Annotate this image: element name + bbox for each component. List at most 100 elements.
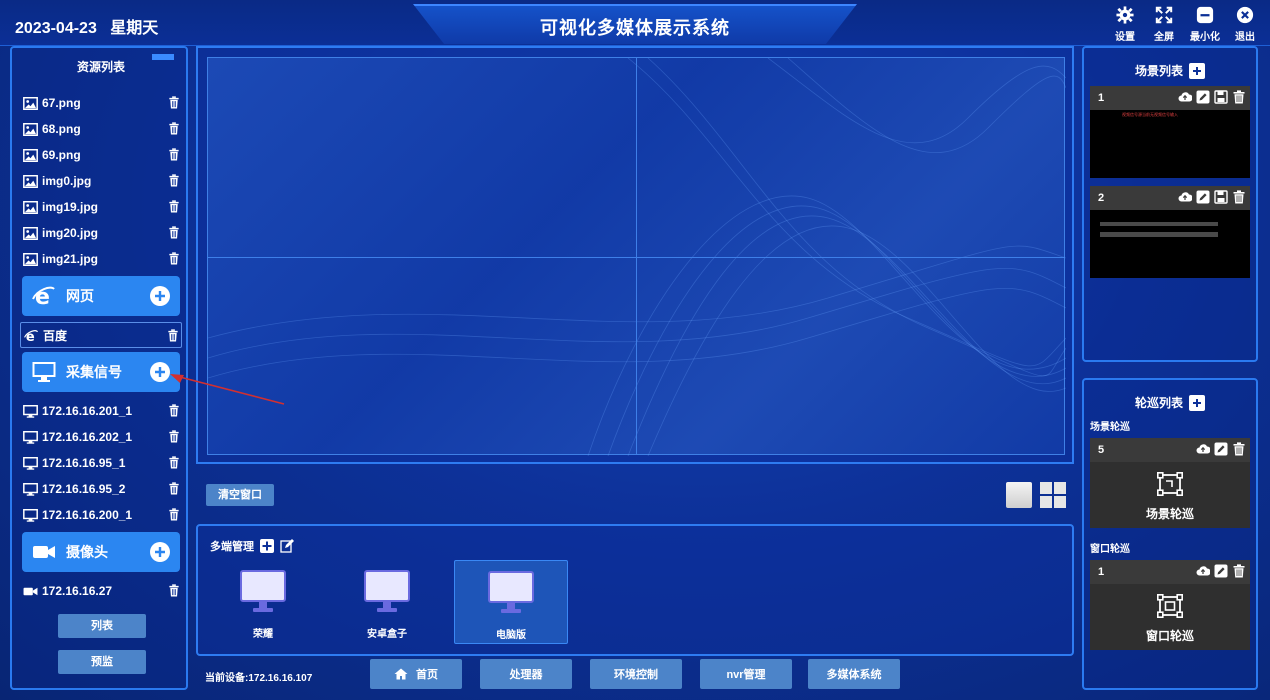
nav-multimedia-button[interactable]: 多媒体系统 bbox=[808, 659, 900, 689]
nav-home-label: 首页 bbox=[416, 669, 438, 681]
scene-card[interactable]: 1 视频信号源当前无视频信号输入 bbox=[1090, 86, 1250, 178]
list-item[interactable]: 67.png bbox=[20, 90, 182, 116]
nav-processor-button[interactable]: 处理器 bbox=[480, 659, 572, 689]
trash-icon[interactable] bbox=[167, 329, 179, 343]
list-item[interactable]: 172.16.16.27 bbox=[20, 578, 182, 604]
cloud-upload-icon[interactable] bbox=[1178, 90, 1192, 104]
terminal-label: 安卓盒子 bbox=[367, 629, 407, 640]
monitor-icon bbox=[22, 456, 38, 470]
trash-icon[interactable] bbox=[168, 174, 180, 188]
add-tour-button[interactable] bbox=[1189, 394, 1205, 411]
settings-label: 设置 bbox=[1115, 32, 1135, 43]
signal-name: 172.16.16.202_1 bbox=[42, 430, 133, 444]
terminal-honor[interactable]: 荣耀 bbox=[206, 560, 320, 644]
list-item[interactable]: 172.16.16.95_2 bbox=[20, 476, 182, 502]
edit-icon[interactable] bbox=[1196, 190, 1210, 204]
trash-icon[interactable] bbox=[168, 430, 180, 444]
add-capture-button[interactable] bbox=[150, 362, 170, 382]
trash-icon[interactable] bbox=[168, 482, 180, 496]
quad-layout-button[interactable] bbox=[1040, 482, 1066, 508]
fullscreen-icon bbox=[1146, 6, 1182, 28]
add-web-button[interactable] bbox=[150, 286, 170, 306]
list-item[interactable]: 172.16.16.200_1 bbox=[20, 502, 182, 528]
trash-icon[interactable] bbox=[1232, 90, 1246, 104]
trash-icon[interactable] bbox=[168, 252, 180, 266]
trash-icon[interactable] bbox=[168, 508, 180, 522]
add-terminal-button[interactable] bbox=[260, 539, 274, 553]
list-item[interactable]: 172.16.16.201_1 bbox=[20, 398, 182, 424]
scene-preview-text: 视频信号源当前无视频信号输入 bbox=[1122, 112, 1178, 117]
trash-icon[interactable] bbox=[168, 148, 180, 162]
terminal-label: 荣耀 bbox=[253, 629, 273, 640]
camera-category-button[interactable]: 摄像头 bbox=[22, 532, 180, 572]
list-item[interactable]: img20.jpg bbox=[20, 220, 182, 246]
save-icon[interactable] bbox=[1214, 90, 1228, 104]
settings-button[interactable]: 设置 bbox=[1107, 6, 1143, 43]
date-text: 2023-04-23 bbox=[15, 20, 97, 37]
preview-bar bbox=[1100, 232, 1218, 237]
edit-icon[interactable] bbox=[1214, 442, 1228, 456]
resource-list[interactable]: 67.png 68.png 69.png img0.jpg img19.jpg … bbox=[20, 80, 182, 646]
tour-card-header: 1 bbox=[1090, 560, 1250, 584]
top-bar: 2023-04-23 星期天 可视化多媒体展示系统 设置 全屏 最小化 退出 bbox=[0, 0, 1270, 46]
nav-nvr-button[interactable]: nvr管理 bbox=[700, 659, 792, 689]
edit-icon[interactable] bbox=[1214, 564, 1228, 578]
image-icon bbox=[22, 122, 38, 136]
scene-tour-section-label: 场景轮巡 bbox=[1090, 422, 1130, 433]
file-name: img19.jpg bbox=[42, 200, 99, 214]
terminal-pc[interactable]: 电脑版 bbox=[454, 560, 568, 644]
trash-icon[interactable] bbox=[1232, 564, 1246, 578]
capture-category-button[interactable]: 采集信号 bbox=[22, 352, 180, 392]
add-scene-button[interactable] bbox=[1189, 62, 1205, 79]
trash-icon[interactable] bbox=[1232, 442, 1246, 456]
video-camera-icon bbox=[22, 584, 38, 598]
trash-icon[interactable] bbox=[168, 96, 180, 110]
multi-terminal-header: 多端管理 bbox=[210, 538, 294, 554]
list-item[interactable]: img0.jpg bbox=[20, 168, 182, 194]
list-item[interactable]: 69.png bbox=[20, 142, 182, 168]
trash-icon[interactable] bbox=[168, 456, 180, 470]
list-item[interactable]: 172.16.16.95_1 bbox=[20, 450, 182, 476]
nav-home-button[interactable]: 首页 bbox=[370, 659, 462, 689]
scene-panel-header: 场景列表 bbox=[1084, 62, 1256, 79]
scene-tour-card[interactable]: 5 场景轮巡 bbox=[1090, 438, 1250, 528]
window-tour-card[interactable]: 1 窗口轮巡 bbox=[1090, 560, 1250, 650]
clear-windows-button[interactable]: 清空窗口 bbox=[206, 484, 274, 506]
list-item[interactable]: e 百度 bbox=[20, 322, 182, 348]
trash-icon[interactable] bbox=[168, 584, 180, 598]
list-item[interactable]: img21.jpg bbox=[20, 246, 182, 272]
trash-icon[interactable] bbox=[168, 226, 180, 240]
cloud-upload-icon[interactable] bbox=[1196, 442, 1210, 456]
cloud-upload-icon[interactable] bbox=[1178, 190, 1192, 204]
trash-icon[interactable] bbox=[168, 122, 180, 136]
edit-icon[interactable] bbox=[1196, 90, 1210, 104]
list-button[interactable]: 列表 bbox=[58, 614, 146, 638]
list-item[interactable] bbox=[20, 80, 182, 90]
terminal-android-box[interactable]: 安卓盒子 bbox=[330, 560, 444, 644]
list-item[interactable]: 68.png bbox=[20, 116, 182, 142]
trash-icon[interactable] bbox=[1232, 190, 1246, 204]
nav-env-button[interactable]: 环境控制 bbox=[590, 659, 682, 689]
fullscreen-label: 全屏 bbox=[1154, 32, 1174, 43]
exit-label: 退出 bbox=[1235, 32, 1255, 43]
add-camera-button[interactable] bbox=[150, 542, 170, 562]
preview-button[interactable]: 预监 bbox=[58, 650, 146, 674]
display-wall-canvas[interactable] bbox=[207, 57, 1066, 456]
exit-button[interactable]: 退出 bbox=[1227, 6, 1263, 43]
scene-panel-title: 场景列表 bbox=[1134, 64, 1183, 78]
fullscreen-button[interactable]: 全屏 bbox=[1146, 6, 1182, 43]
trash-icon[interactable] bbox=[168, 200, 180, 214]
home-icon bbox=[394, 668, 408, 680]
weekday-text: 星期天 bbox=[110, 20, 159, 37]
scene-card[interactable]: 2 bbox=[1090, 186, 1250, 278]
cloud-upload-icon[interactable] bbox=[1196, 564, 1210, 578]
minimize-button[interactable]: 最小化 bbox=[1187, 6, 1223, 43]
save-icon[interactable] bbox=[1214, 190, 1228, 204]
multi-terminal-title: 多端管理 bbox=[210, 541, 254, 553]
list-item[interactable]: 172.16.16.202_1 bbox=[20, 424, 182, 450]
list-item[interactable]: img19.jpg bbox=[20, 194, 182, 220]
edit-icon[interactable] bbox=[280, 539, 294, 553]
web-category-button[interactable]: e 网页 bbox=[22, 276, 180, 316]
tour-id: 5 bbox=[1098, 444, 1105, 456]
single-layout-button[interactable] bbox=[1006, 482, 1032, 508]
